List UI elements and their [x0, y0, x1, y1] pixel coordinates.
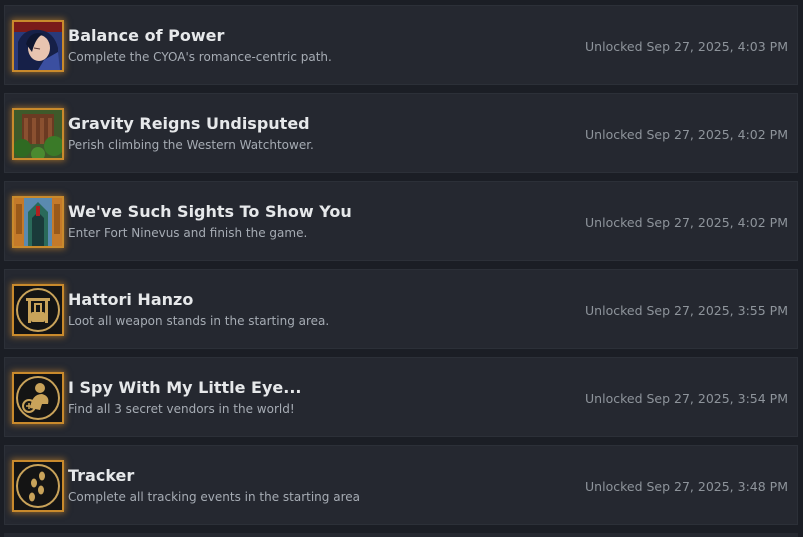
portrait-icon — [12, 20, 64, 72]
achievement-title: Balance of Power — [68, 26, 225, 45]
achievement-title: I Spy With My Little Eye... — [68, 378, 302, 397]
achievement-title: Hattori Hanzo — [68, 290, 194, 309]
achievement-description: Perish climbing the Western Watchtower. — [68, 138, 314, 152]
watchtower-icon — [12, 108, 64, 160]
achievement-title: Tracker — [68, 466, 135, 485]
achievement-description: Find all 3 secret vendors in the world! — [68, 402, 295, 416]
achievement-description: Enter Fort Ninevus and finish the game. — [68, 226, 308, 240]
achievement-list: Balance of Power Complete the CYOA's rom… — [0, 0, 803, 537]
achievement-description: Loot all weapon stands in the starting a… — [68, 314, 330, 328]
unlock-date: Unlocked Sep 27, 2025, 3:55 PM — [585, 303, 788, 318]
achievement-title: Gravity Reigns Undisputed — [68, 114, 310, 133]
achievement-description: Complete the CYOA's romance-centric path… — [68, 50, 332, 64]
achievement-title: We've Such Sights To Show You — [68, 202, 352, 221]
unlock-date: Unlocked Sep 27, 2025, 3:54 PM — [585, 391, 788, 406]
achievement-row[interactable]: Gravity Reigns Undisputed Perish climbin… — [4, 93, 798, 173]
vendor-icon — [12, 372, 64, 424]
unlock-date: Unlocked Sep 27, 2025, 4:03 PM — [585, 39, 788, 54]
achievement-row[interactable]: Tracker Complete all tracking events in … — [4, 445, 798, 525]
achievement-row[interactable]: I Spy With My Little Eye... Find all 3 s… — [4, 357, 798, 437]
fort-gate-icon — [12, 196, 64, 248]
achievement-description: Complete all tracking events in the star… — [68, 490, 360, 504]
unlock-date: Unlocked Sep 27, 2025, 4:02 PM — [585, 215, 788, 230]
unlock-date: Unlocked Sep 27, 2025, 3:48 PM — [585, 479, 788, 494]
achievement-row[interactable]: Balance of Power Complete the CYOA's rom… — [4, 5, 798, 85]
footprints-icon — [12, 460, 64, 512]
unlock-date: Unlocked Sep 27, 2025, 4:02 PM — [585, 127, 788, 142]
next-row-edge — [4, 533, 798, 537]
achievement-row[interactable]: We've Such Sights To Show You Enter Fort… — [4, 181, 798, 261]
weapon-stand-icon — [12, 284, 64, 336]
achievement-row[interactable]: Hattori Hanzo Loot all weapon stands in … — [4, 269, 798, 349]
